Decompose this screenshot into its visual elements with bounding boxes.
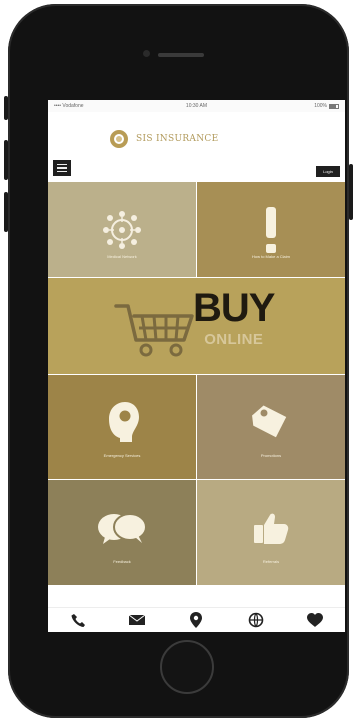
help-head-icon [109, 402, 139, 442]
heart-icon [307, 613, 324, 627]
globe-nav-item[interactable] [242, 610, 270, 630]
feedback-label: Feedback [113, 559, 131, 564]
mail-nav-item[interactable] [123, 610, 151, 630]
menu-button[interactable] [53, 160, 71, 176]
phone-nav-item[interactable] [64, 610, 92, 630]
login-button[interactable]: Login [316, 166, 340, 177]
volume-up-button [4, 140, 8, 180]
power-button [349, 164, 353, 220]
logo-mark-icon [110, 130, 128, 148]
phone-device: •••• Vodafone 10:30 AM 100% SIS INSURANC… [4, 4, 353, 718]
exclamation-icon [266, 206, 276, 253]
promotions-tile[interactable]: Promotions [197, 375, 345, 479]
home-grid: Medical Network How to Make a Claim BUY … [48, 182, 345, 603]
home-button[interactable] [160, 640, 214, 694]
speaker-grille [158, 53, 204, 57]
brand-logo: SIS INSURANCE [110, 130, 218, 148]
medical-network-icon [103, 210, 141, 249]
app-screen: •••• Vodafone 10:30 AM 100% SIS INSURANC… [48, 100, 345, 632]
promotions-label: Promotions [260, 453, 282, 458]
emergency-services-label: Emergency Services [103, 453, 141, 458]
bottom-navigation [48, 607, 345, 632]
globe-icon [248, 612, 264, 628]
carrier-signal: •••• Vodafone [54, 103, 84, 109]
status-time: 10:30 AM [185, 103, 208, 109]
buy-title: BUY [193, 286, 275, 330]
medical-network-tile[interactable]: Medical Network [48, 182, 196, 277]
menu-line-icon [57, 163, 67, 166]
menu-line-icon [57, 170, 67, 173]
claim-instructions-label: How to Make a Claim [251, 254, 290, 259]
thumbs-up-icon [254, 513, 289, 544]
mute-switch [4, 96, 8, 120]
mail-icon [128, 614, 146, 625]
referrals-tile[interactable]: Referrals [197, 480, 345, 585]
speech-bubbles-icon [98, 512, 147, 544]
tag-icon [252, 405, 287, 438]
feedback-tile[interactable]: Feedback [48, 480, 196, 585]
status-bar: •••• Vodafone 10:30 AM 100% [48, 100, 345, 112]
location-nav-item[interactable] [182, 610, 210, 630]
emergency-services-tile[interactable]: Emergency Services [48, 375, 196, 479]
shopping-cart-icon [114, 304, 194, 357]
buy-subtitle: ONLINE [204, 331, 264, 348]
battery-percent: 100% [314, 103, 327, 109]
menu-line-icon [57, 167, 67, 169]
referrals-label: Referrals [262, 559, 280, 564]
front-camera [143, 50, 150, 57]
buy-online-tile[interactable]: BUY ONLINE [48, 278, 345, 374]
battery-icon [329, 103, 339, 109]
location-icon [190, 612, 203, 628]
phone-icon [71, 614, 85, 627]
claim-instructions-tile[interactable]: How to Make a Claim [197, 182, 345, 277]
logo-text: SIS INSURANCE [136, 134, 219, 144]
medical-network-label: Medical Network [107, 254, 137, 259]
volume-down-button [4, 192, 8, 232]
battery-status: 100% [314, 103, 339, 109]
heart-nav-item[interactable] [301, 610, 329, 630]
buy-online-copy: BUY ONLINE [193, 286, 275, 348]
app-header: SIS INSURANCE Login [48, 112, 345, 182]
